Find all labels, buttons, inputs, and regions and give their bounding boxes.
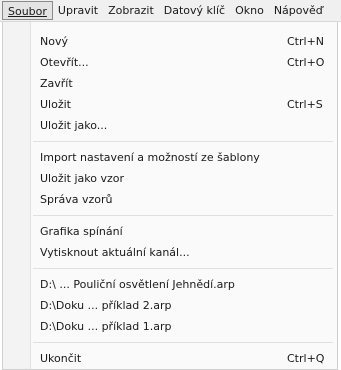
menu-soubor[interactable]: Soubor	[2, 1, 53, 20]
menu-item-label: Grafika spínání	[40, 225, 123, 238]
menu-item-save-as[interactable]: Uložit jako...	[40, 115, 331, 136]
menu-bar: Soubor Upravit Zobrazit Datový klíč Okno…	[0, 0, 341, 22]
menu-item-recent-file-2[interactable]: D:\Doku ... příklad 2.arp	[40, 295, 331, 316]
menu-okno[interactable]: Okno	[230, 1, 269, 20]
menu-item-label: Uložit jako...	[40, 119, 108, 132]
menu-upravit[interactable]: Upravit	[53, 1, 103, 20]
menu-item-open[interactable]: Otevřít... Ctrl+O	[40, 52, 331, 73]
menu-item-label: Správa vzorů	[40, 193, 113, 206]
menu-item-recent-file-3[interactable]: D:\Doku ... příklad 1.arp	[40, 316, 331, 337]
menu-item-label: Zavřít	[40, 77, 73, 90]
file-dropdown-menu: Nový Ctrl+N Otevřít... Ctrl+O Zavřít Ulo…	[2, 22, 338, 370]
menu-item-import-template[interactable]: Import nastavení a možností ze šablony	[40, 147, 331, 168]
menu-item-label: Uložit	[40, 98, 71, 111]
menu-item-switching-graphics[interactable]: Grafika spínání	[40, 221, 331, 242]
menu-item-print-channel[interactable]: Vytisknout aktuální kanál...	[40, 242, 331, 263]
menu-upravit-label: Upravit	[57, 4, 99, 17]
menu-item-exit[interactable]: Ukončit Ctrl+Q	[40, 348, 331, 369]
menu-icon-gutter	[3, 22, 31, 369]
menu-item-label: Nový	[40, 35, 68, 48]
menu-zobrazit[interactable]: Zobrazit	[103, 1, 159, 20]
menu-soubor-label: Soubor	[8, 5, 47, 18]
menu-item-label: D:\Doku ... příklad 2.arp	[40, 299, 172, 312]
menu-item-label: Import nastavení a možností ze šablony	[40, 151, 260, 164]
menu-item-label: Otevřít...	[40, 56, 89, 69]
menu-item-shortcut: Ctrl+S	[287, 98, 323, 111]
menu-napoveda[interactable]: Nápověď	[269, 1, 328, 20]
menu-item-close[interactable]: Zavřít	[40, 73, 331, 94]
menu-item-label: Uložit jako vzor	[40, 172, 125, 185]
menu-separator	[33, 141, 333, 142]
menu-separator	[33, 342, 333, 343]
menu-item-manage-templates[interactable]: Správa vzorů	[40, 189, 331, 210]
menu-item-label: D:\ ... Pouliční osvětlení Jehnědí.arp	[40, 278, 235, 291]
menu-item-save-as-template[interactable]: Uložit jako vzor	[40, 168, 331, 189]
menu-item-shortcut: Ctrl+N	[287, 35, 325, 48]
menu-item-label: D:\Doku ... příklad 1.arp	[40, 320, 172, 333]
menu-zobrazit-label: Zobrazit	[108, 4, 154, 17]
menu-datovy-klic[interactable]: Datový klíč	[159, 1, 230, 20]
menu-item-new[interactable]: Nový Ctrl+N	[40, 31, 331, 52]
menu-item-shortcut: Ctrl+O	[287, 56, 325, 69]
menu-item-label: Ukončit	[40, 352, 82, 365]
menu-datovy-klic-label: Datový klíč	[163, 4, 226, 17]
menu-item-recent-file-1[interactable]: D:\ ... Pouliční osvětlení Jehnědí.arp	[40, 274, 331, 295]
menu-okno-label: Okno	[235, 4, 264, 17]
menu-napoveda-label: Nápověď	[273, 4, 323, 17]
menu-item-label: Vytisknout aktuální kanál...	[40, 246, 190, 259]
menu-separator	[33, 215, 333, 216]
menu-item-shortcut: Ctrl+Q	[287, 352, 325, 365]
menu-item-save[interactable]: Uložit Ctrl+S	[40, 94, 331, 115]
menu-separator	[33, 268, 333, 269]
